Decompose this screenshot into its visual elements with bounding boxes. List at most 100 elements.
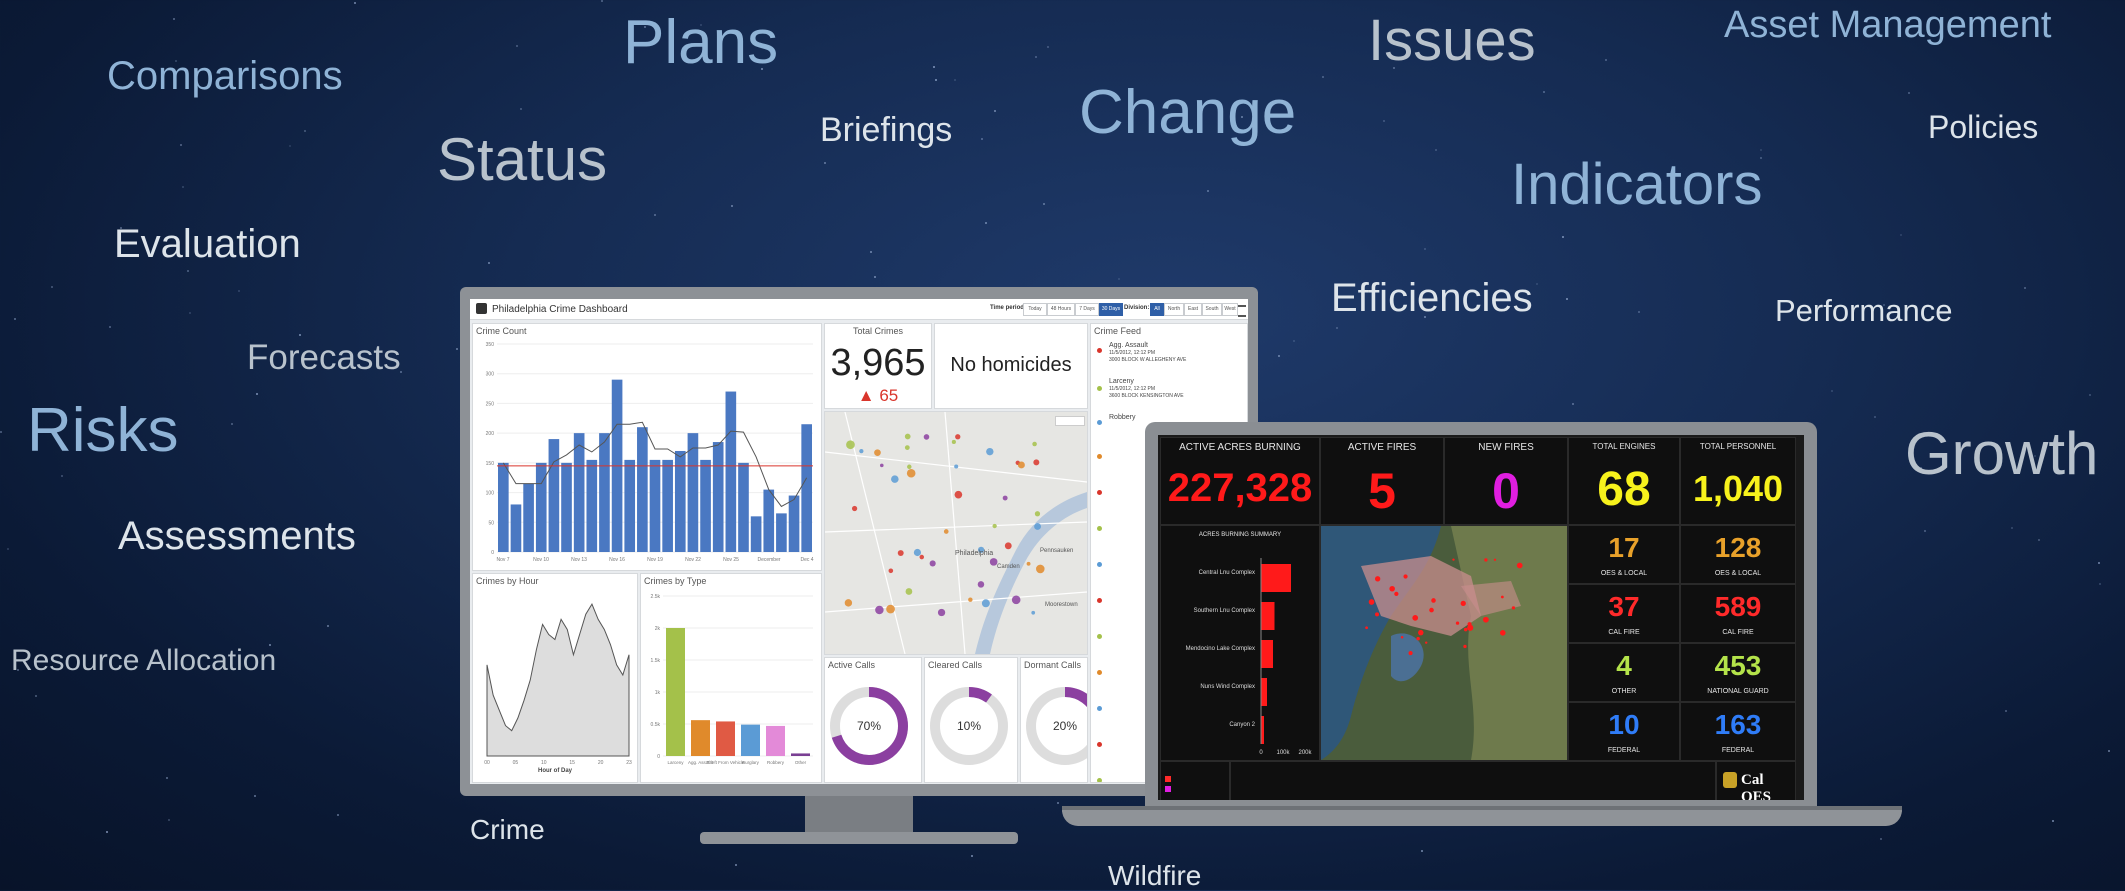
dormant-calls-title: Dormant Calls (1024, 660, 1082, 670)
crime-marker (888, 568, 894, 574)
crime-marker (981, 599, 990, 608)
star (1047, 46, 1049, 48)
bar (510, 504, 522, 552)
x-tick-label: Nov 7 (496, 557, 509, 563)
laptop-base (1062, 810, 1902, 826)
acres-item-label: Canyon 2 (1229, 722, 1255, 728)
fire-marker (1484, 558, 1488, 562)
crime-marker (943, 529, 949, 534)
division-east-button[interactable]: East (1184, 303, 1202, 316)
bar (700, 459, 711, 552)
word-growth: Growth (1905, 420, 2099, 487)
star (1336, 327, 1338, 329)
feed-item-type[interactable]: Larceny (1109, 378, 1134, 386)
star (1207, 190, 1209, 192)
star (166, 777, 168, 779)
crime-marker (968, 597, 973, 602)
star (254, 795, 256, 797)
legend-panel (1160, 761, 1230, 800)
crime-marker (1017, 461, 1025, 469)
bar (738, 462, 749, 552)
star (256, 393, 258, 395)
feed-marker-icon (1097, 598, 1102, 603)
star (304, 130, 306, 132)
star (1831, 390, 1833, 392)
time-48h-button[interactable]: 48 Hours (1047, 303, 1075, 316)
crime-marker (1034, 523, 1041, 530)
word-evaluation: Evaluation (114, 222, 301, 266)
feed-marker-icon (1097, 562, 1102, 567)
star (1043, 203, 1045, 205)
word-efficiencies: Efficiencies (1331, 276, 1533, 320)
x-tick-label: 0 (1259, 750, 1263, 754)
time-30d-button[interactable]: 30 Days (1099, 303, 1123, 316)
x-tick-label: Nov 22 (685, 557, 701, 563)
crime-marker (1034, 511, 1041, 517)
breakdown-value: 10 (1608, 709, 1640, 740)
crime-marker (1036, 564, 1045, 574)
crime-map[interactable]: Philadelphia Camden Pennsauken Moorestow… (824, 411, 1088, 655)
time-today-button[interactable]: Today (1023, 303, 1047, 316)
dashboard-header: Philadelphia Crime Dashboard Time period… (470, 299, 1248, 320)
division-south-button[interactable]: South (1202, 303, 1222, 316)
star (168, 819, 170, 821)
star (1293, 340, 1295, 342)
star (1118, 278, 1120, 280)
fire-marker (1460, 600, 1466, 607)
star (35, 695, 37, 697)
bar (763, 489, 775, 552)
acres-summary-chart: Central Lnu Complex Southern Lnu Complex M… (1186, 558, 1313, 754)
active-acres-value: 227,328 (1167, 466, 1313, 510)
fire-marker (1483, 618, 1486, 621)
y-tick-label: 0 (657, 754, 660, 760)
dashboard-title: Philadelphia Crime Dashboard (492, 304, 628, 315)
feed-item-type[interactable]: Robbery (1109, 414, 1135, 422)
crime-marker (897, 550, 904, 557)
acres-summary-panel: ACRES BURNING SUMMARY Central Lnu Comple… (1160, 525, 1320, 761)
active-calls-donut: 70% (830, 687, 908, 765)
map-toolbar[interactable] (1055, 416, 1085, 426)
acres-bar (1261, 602, 1275, 630)
fire-marker (1463, 627, 1468, 632)
star (7, 548, 9, 550)
x-tick-label: Theft From Vehicle (707, 760, 745, 765)
active-acres-label: ACTIVE ACRES BURNING (1179, 442, 1301, 453)
x-tick-label: 15 (569, 760, 575, 766)
star (985, 222, 987, 224)
total-crimes-value: 3,965 (830, 342, 926, 384)
star (1874, 416, 1876, 418)
breakdown-tile: 453 NATIONAL GUARD (1680, 643, 1796, 702)
fire-marker (1493, 558, 1497, 561)
crimes-by-type-chart: 2.5k2k1.5k1k0.5k0Larceny Agg. AssaultThef… (651, 594, 813, 765)
bar (691, 720, 710, 756)
fire-map[interactable] (1320, 525, 1568, 761)
x-tick-label: Nov 19 (647, 557, 663, 563)
legend-swatch-icon (1165, 786, 1171, 792)
y-tick-label: 200 (486, 431, 495, 437)
word-risks: Risks (27, 396, 179, 465)
fire-marker (1389, 585, 1395, 592)
star (299, 334, 301, 336)
crime-marker (951, 439, 956, 445)
star (1035, 56, 1037, 58)
fire-marker (1375, 612, 1380, 617)
y-tick-label: 2k (655, 626, 661, 632)
feed-item-type[interactable]: Agg. Assault (1109, 342, 1148, 350)
cleared-calls-title: Cleared Calls (928, 660, 983, 670)
star (189, 312, 191, 314)
roads (825, 412, 1087, 654)
word-plans: Plans (623, 8, 779, 77)
breakdown-label: FEDERAL (1607, 747, 1641, 754)
crime-marker (879, 463, 884, 468)
total-personnel-label: TOTAL PERSONNEL (1699, 442, 1777, 451)
time-7d-button[interactable]: 7 Days (1075, 303, 1099, 316)
division-west-button[interactable]: West (1222, 303, 1238, 316)
menu-icon[interactable] (1238, 305, 1246, 317)
star (654, 214, 656, 216)
division-all-button[interactable]: All (1150, 303, 1164, 316)
crime-marker (954, 464, 959, 469)
crime-marker (1004, 542, 1012, 550)
division-north-button[interactable]: North (1164, 303, 1184, 316)
legend-swatch-icon (1165, 776, 1171, 782)
star (109, 326, 111, 328)
